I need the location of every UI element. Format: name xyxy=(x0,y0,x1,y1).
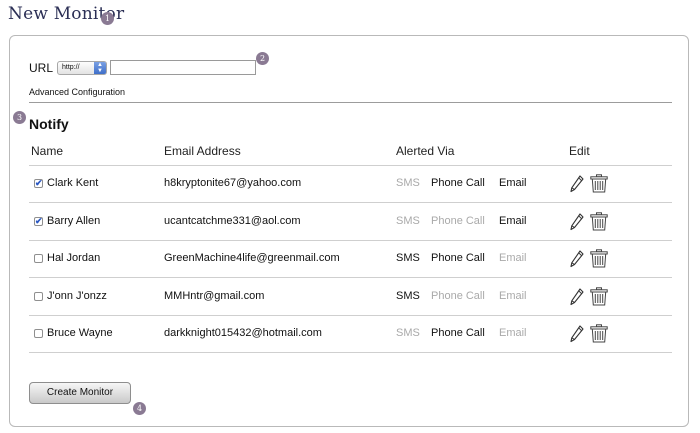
contact-name: Barry Allen xyxy=(47,215,101,227)
contact-name: Bruce Wayne xyxy=(47,327,113,339)
contact-name: Clark Kent xyxy=(47,177,99,189)
notify-checkbox[interactable] xyxy=(34,329,43,338)
contact-row: ✔ Clark Kent h8kryptonite67@yahoo.com SMS Ph… xyxy=(29,165,672,202)
contact-email: GreenMachine4life@greenmail.com xyxy=(164,252,340,264)
trash-icon[interactable] xyxy=(590,287,608,306)
contact-email: darkknight015432@hotmail.com xyxy=(164,327,322,339)
column-header-name: Name xyxy=(31,144,64,158)
trash-icon[interactable] xyxy=(590,212,608,231)
pencil-icon[interactable] xyxy=(570,213,584,231)
alert-sms-toggle[interactable]: SMS xyxy=(396,278,420,315)
advanced-configuration-link[interactable]: Advanced Configuration xyxy=(29,87,125,97)
protocol-value: http:// xyxy=(62,63,80,71)
notify-title: Notify xyxy=(29,116,69,132)
divider-top xyxy=(29,102,672,103)
alert-sms-toggle[interactable]: SMS xyxy=(396,315,420,352)
alert-email-toggle[interactable]: Email xyxy=(499,240,527,277)
callout-1: 1 xyxy=(101,12,114,25)
url-row: URL http:// ▲ ▼ xyxy=(29,60,257,75)
callout-3: 3 xyxy=(13,111,26,124)
checkmark-icon: ✔ xyxy=(35,178,43,188)
url-input[interactable] xyxy=(110,60,257,75)
contact-name: Hal Jordan xyxy=(47,252,101,264)
alert-email-toggle[interactable]: Email xyxy=(499,278,527,315)
alert-sms-toggle[interactable]: SMS xyxy=(396,240,420,277)
alert-email-toggle[interactable]: Email xyxy=(499,165,527,202)
contact-email: MMHntr@gmail.com xyxy=(164,290,265,302)
notify-checkbox[interactable]: ✔ xyxy=(34,179,43,188)
url-label: URL xyxy=(29,60,54,75)
alert-email-toggle[interactable]: Email xyxy=(499,203,527,240)
column-header-email: Email Address xyxy=(164,144,241,158)
contact-row: Hal Jordan GreenMachine4life@greenmail.co… xyxy=(29,240,672,277)
notify-checkbox[interactable] xyxy=(34,292,43,301)
alert-email-toggle[interactable]: Email xyxy=(499,315,527,352)
pencil-icon[interactable] xyxy=(570,288,584,306)
alert-phone-call-toggle[interactable]: Phone Call xyxy=(431,165,485,202)
alert-phone-call-toggle[interactable]: Phone Call xyxy=(431,240,485,277)
callout-2: 2 xyxy=(256,52,269,65)
contact-row: J'onn J'onzz MMHntr@gmail.com SMS Phone Cal… xyxy=(29,278,672,315)
alert-sms-toggle[interactable]: SMS xyxy=(396,165,420,202)
trash-icon[interactable] xyxy=(590,324,608,343)
row-divider xyxy=(29,352,672,353)
pencil-icon[interactable] xyxy=(570,250,584,268)
alert-phone-call-toggle[interactable]: Phone Call xyxy=(431,203,485,240)
alert-sms-toggle[interactable]: SMS xyxy=(396,203,420,240)
alert-phone-call-toggle[interactable]: Phone Call xyxy=(431,278,485,315)
contact-name: J'onn J'onzz xyxy=(47,290,107,302)
column-header-alerted-via: Alerted Via xyxy=(396,144,455,158)
pencil-icon[interactable] xyxy=(570,175,584,193)
alert-phone-call-toggle[interactable]: Phone Call xyxy=(431,315,485,352)
callout-4: 4 xyxy=(133,402,146,415)
contact-row: ✔ Barry Allen ucantcatchme331@aol.com SMS Ph… xyxy=(29,203,672,240)
protocol-select[interactable]: http:// ▲ ▼ xyxy=(57,60,108,75)
notify-checkbox[interactable]: ✔ xyxy=(34,217,43,226)
contact-row: Bruce Wayne darkknight015432@hotmail.com S… xyxy=(29,315,672,352)
trash-icon[interactable] xyxy=(590,249,608,268)
select-arrows-icon: ▲ ▼ xyxy=(94,61,107,74)
create-monitor-button[interactable]: Create Monitor xyxy=(29,382,131,404)
column-header-edit: Edit xyxy=(569,144,590,158)
pencil-icon[interactable] xyxy=(570,325,584,343)
checkmark-icon: ✔ xyxy=(35,216,43,226)
monitor-panel: 2 URL http:// ▲ ▼ Advanced Configuration … xyxy=(9,35,689,427)
trash-icon[interactable] xyxy=(590,174,608,193)
notify-checkbox[interactable] xyxy=(34,254,43,263)
contact-email: h8kryptonite67@yahoo.com xyxy=(164,177,302,189)
contact-email: ucantcatchme331@aol.com xyxy=(164,215,301,227)
